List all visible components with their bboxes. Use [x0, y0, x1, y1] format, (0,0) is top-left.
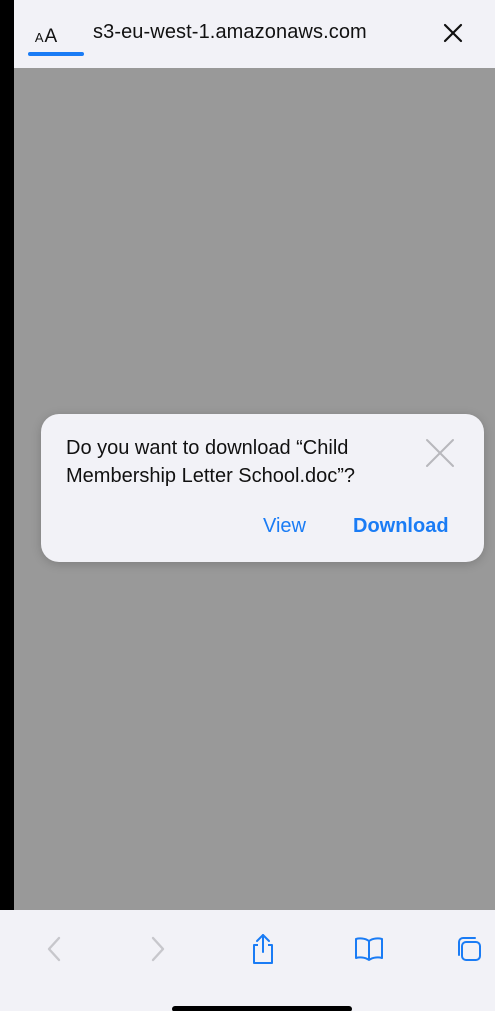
reader-large-a: A [44, 26, 58, 47]
share-icon[interactable] [246, 932, 280, 966]
close-icon[interactable] [423, 436, 457, 470]
dialog-message: Do you want to download “Child Membershi… [66, 437, 356, 487]
bookmarks-icon[interactable] [352, 932, 386, 966]
forward-chevron-icon[interactable] [140, 932, 174, 966]
download-dialog: Do you want to download “Child Membershi… [41, 414, 484, 562]
back-chevron-icon[interactable] [38, 932, 72, 966]
view-button[interactable]: View [263, 515, 306, 538]
reader-settings-button[interactable]: AA [26, 20, 66, 54]
download-button[interactable]: Download [353, 515, 449, 538]
browser-screen: AA s3-eu-west-1.amazonaws.com Do you wan… [0, 0, 495, 1011]
home-indicator [172, 1006, 352, 1011]
tabs-icon[interactable] [452, 932, 486, 966]
bottom-toolbar [0, 910, 495, 1011]
reader-small-a: A [34, 29, 44, 45]
url-text[interactable]: s3-eu-west-1.amazonaws.com [93, 21, 367, 44]
load-progress-indicator [28, 52, 84, 56]
close-icon[interactable] [438, 18, 468, 48]
